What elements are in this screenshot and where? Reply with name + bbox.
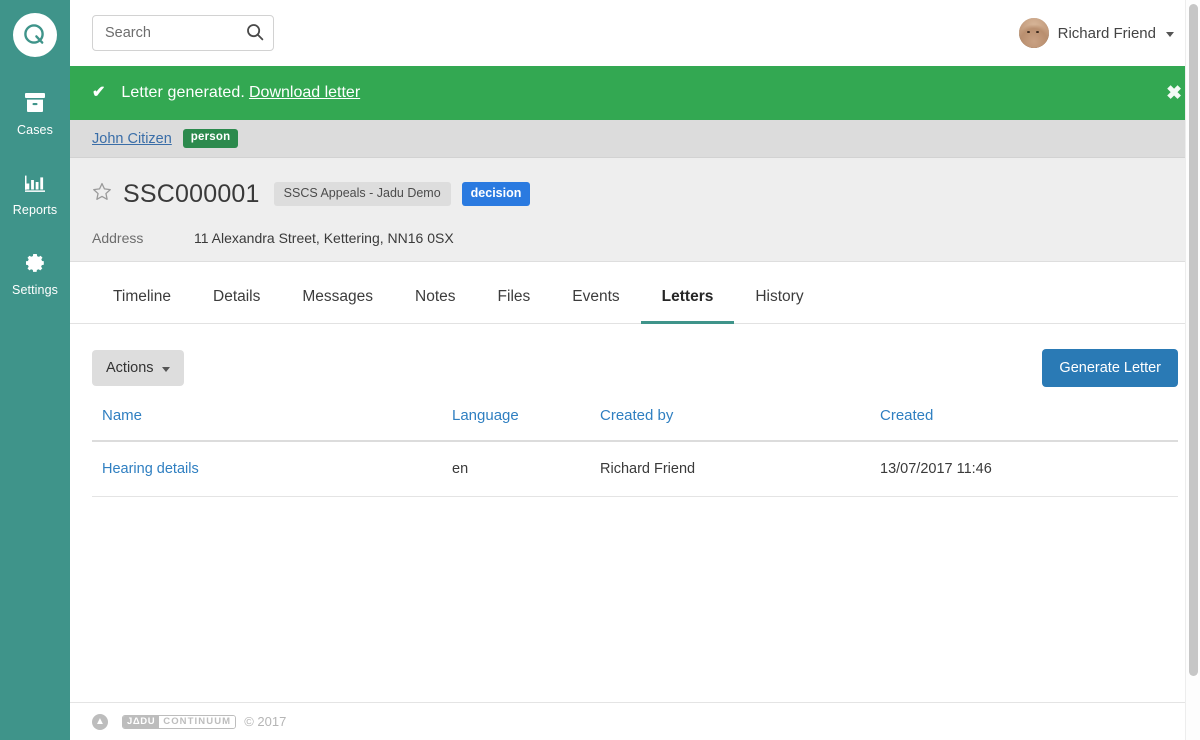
bar-chart-icon	[24, 172, 47, 196]
table-body: Hearing details en Richard Friend 13/07/…	[92, 441, 1178, 497]
breadcrumb-person-link[interactable]: John Citizen	[92, 131, 172, 147]
search-input[interactable]	[92, 15, 274, 51]
primary-sidebar: Cases Reports Settings	[0, 0, 70, 740]
close-icon[interactable]: ✖	[1166, 84, 1182, 103]
chevron-down-icon	[1166, 31, 1174, 37]
app-root: Cases Reports Settings Search Richard Fr…	[0, 0, 1200, 740]
column-header-language[interactable]: Language	[442, 407, 590, 442]
column-header-created-by[interactable]: Created by	[590, 407, 870, 442]
archive-box-icon	[24, 92, 46, 116]
chevron-down-icon	[161, 366, 170, 372]
notification-banner: ✔ Letter generated. Download letter ✖	[70, 66, 1200, 120]
page-footer: ▲ JΔDU CONTINUUM © 2017	[70, 702, 1200, 740]
arrow-up-icon[interactable]: ▲	[92, 713, 108, 730]
sidebar-item-settings[interactable]: Settings	[0, 234, 70, 301]
jadu-continuum-logo: JΔDU CONTINUUM	[122, 714, 237, 729]
letters-toolbar: Actions Generate Letter	[70, 324, 1200, 387]
page-title: SSC000001	[123, 180, 260, 208]
search-box	[92, 15, 274, 51]
table-row: Hearing details en Richard Friend 13/07/…	[92, 441, 1178, 497]
user-menu[interactable]: Richard Friend	[1018, 18, 1180, 48]
cell-language: en	[442, 441, 590, 497]
star-icon[interactable]	[92, 182, 112, 207]
case-tabs: Timeline Details Messages Notes Files Ev…	[70, 262, 1200, 324]
gear-icon	[24, 252, 46, 276]
vertical-scrollbar[interactable]	[1185, 0, 1200, 740]
cell-created: 13/07/2017 11:46	[870, 441, 1178, 497]
tab-messages[interactable]: Messages	[281, 262, 394, 324]
sidebar-item-reports[interactable]: Reports	[0, 154, 70, 221]
case-header: SSC000001 SSCS Appeals - Jadu Demo decis…	[70, 158, 1200, 262]
letter-name-link[interactable]: Hearing details	[102, 461, 199, 477]
table-header: Name Language Created by Created	[92, 407, 1178, 442]
status-badge-person: person	[182, 129, 239, 148]
sidebar-item-label: Settings	[12, 283, 58, 297]
letters-table: Name Language Created by Created Hearing…	[92, 407, 1178, 497]
notification-message: Letter generated.	[121, 84, 245, 101]
copyright-text: © 2017	[244, 714, 287, 729]
tab-history[interactable]: History	[734, 262, 824, 324]
sidebar-item-cases[interactable]: Cases	[0, 74, 70, 141]
actions-button-label: Actions	[106, 360, 154, 376]
column-header-created[interactable]: Created	[870, 407, 1178, 442]
main-content: Richard Friend ✔ Letter generated. Downl…	[70, 0, 1200, 740]
brand-continuum: CONTINUUM	[159, 715, 236, 728]
download-letter-link[interactable]: Download letter	[249, 84, 360, 102]
case-address-row: Address 11 Alexandra Street, Kettering, …	[92, 230, 1178, 246]
user-name: Richard Friend	[1057, 24, 1156, 42]
tab-events[interactable]: Events	[551, 262, 640, 324]
case-type-tag: SSCS Appeals - Jadu Demo	[273, 182, 451, 206]
case-address-label: Address	[92, 230, 144, 246]
tab-details[interactable]: Details	[192, 262, 281, 324]
case-status-tag: decision	[461, 182, 531, 206]
tab-notes[interactable]: Notes	[394, 262, 477, 324]
avatar	[1018, 18, 1049, 48]
cell-name: Hearing details	[92, 441, 442, 497]
breadcrumb: John Citizen person	[70, 120, 1200, 158]
tab-timeline[interactable]: Timeline	[92, 262, 192, 324]
sidebar-item-label: Cases	[17, 123, 53, 137]
tab-letters[interactable]: Letters	[640, 262, 735, 324]
top-bar: Richard Friend	[70, 0, 1200, 66]
brand-jadu: JΔDU	[123, 715, 160, 728]
case-title-row: SSC000001 SSCS Appeals - Jadu Demo decis…	[92, 180, 1178, 208]
letters-table-wrap: Name Language Created by Created Hearing…	[70, 407, 1200, 497]
case-address-value: 11 Alexandra Street, Kettering, NN16 0SX	[194, 230, 454, 246]
app-logo[interactable]	[0, 0, 70, 70]
check-icon: ✔	[92, 84, 106, 101]
column-header-name[interactable]: Name	[92, 407, 442, 442]
sidebar-item-label: Reports	[12, 203, 58, 217]
cell-created-by: Richard Friend	[590, 441, 870, 497]
jadu-q-logo-icon	[13, 13, 57, 57]
generate-letter-button[interactable]: Generate Letter	[1042, 349, 1178, 387]
table-header-row: Name Language Created by Created	[92, 407, 1178, 442]
actions-button[interactable]: Actions	[92, 350, 184, 386]
tab-files[interactable]: Files	[477, 262, 552, 324]
scrollbar-thumb[interactable]	[1189, 4, 1198, 676]
